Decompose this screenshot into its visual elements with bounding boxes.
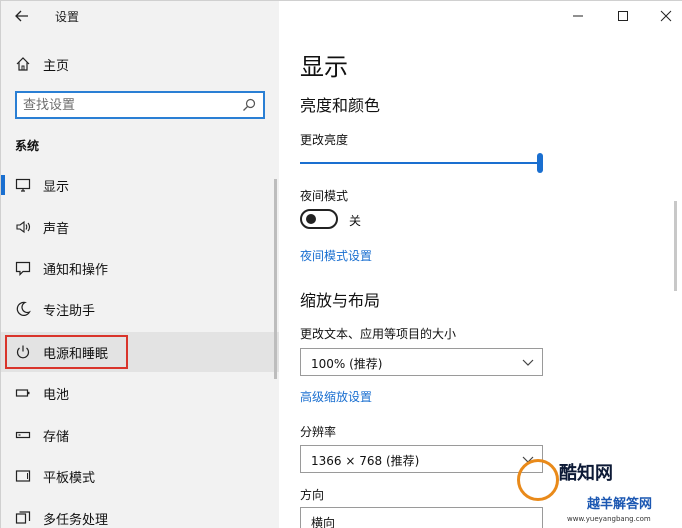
sidebar-item-label: 显示	[43, 180, 70, 195]
slider-thumb[interactable]	[537, 153, 543, 173]
chevron-down-icon	[522, 359, 534, 366]
sidebar-item-label: 通知和操作	[43, 263, 109, 278]
sidebar-item-display[interactable]: 显示	[1, 165, 279, 205]
search-box	[15, 91, 265, 119]
orientation-dropdown[interactable]: 横向	[300, 507, 543, 528]
night-mode-toggle[interactable]	[300, 209, 338, 229]
sidebar-item-storage[interactable]: 存储	[1, 415, 279, 455]
sidebar-scrollbar[interactable]	[274, 179, 277, 379]
night-mode-settings-link[interactable]: 夜间模式设置	[300, 247, 372, 264]
watermark-text-primary: 酷知网	[559, 463, 613, 484]
sidebar-item-label: 电池	[43, 388, 70, 403]
maximize-icon	[618, 11, 628, 21]
home-icon	[16, 57, 30, 71]
tablet-icon	[15, 470, 31, 482]
close-button[interactable]	[655, 5, 677, 27]
orientation-label: 方向	[300, 488, 325, 502]
sidebar-item-label: 主页	[43, 59, 70, 74]
orientation-value: 横向	[311, 516, 336, 528]
resolution-dropdown[interactable]: 1366 × 768 (推荐)	[300, 445, 543, 473]
sidebar-item-sound[interactable]: 声音	[1, 207, 279, 247]
night-mode-state: 关	[349, 214, 362, 228]
sidebar-item-notifications[interactable]: 通知和操作	[1, 248, 279, 288]
night-mode-label: 夜间模式	[300, 189, 349, 203]
window-title: 设置	[55, 10, 80, 24]
scale-value: 100% (推荐)	[311, 357, 383, 371]
settings-window: 设置 主页 系统 显示 声音 通知和操作 专注助手	[0, 0, 682, 528]
main-panel: 显示 亮度和颜色 更改亮度 夜间模式 关 夜间模式设置 缩放与布局 更改文本、应…	[279, 1, 682, 528]
back-arrow-icon	[15, 10, 28, 22]
back-button[interactable]	[11, 5, 33, 27]
main-scrollbar[interactable]	[674, 201, 677, 291]
sidebar-item-home[interactable]: 主页	[1, 51, 279, 77]
sidebar-item-label: 多任务处理	[43, 513, 109, 528]
sidebar-item-tablet-mode[interactable]: 平板模式	[1, 456, 279, 496]
toggle-knob	[306, 214, 316, 224]
sidebar-item-label: 存储	[43, 430, 70, 445]
active-indicator	[1, 175, 5, 195]
notification-icon	[15, 261, 31, 276]
monitor-icon	[15, 178, 31, 192]
storage-icon	[15, 431, 31, 439]
scale-label: 更改文本、应用等项目的大小	[300, 327, 457, 341]
watermark: 酷知网 越羊解答网 www.yueyangbang.com	[511, 453, 681, 527]
brightness-slider[interactable]	[300, 153, 544, 173]
scale-heading: 缩放与布局	[300, 291, 381, 310]
multitask-icon	[15, 511, 31, 524]
brightness-heading: 亮度和颜色	[300, 96, 381, 115]
slider-track	[300, 162, 538, 164]
search-input[interactable]	[23, 95, 233, 115]
close-icon	[660, 10, 672, 22]
brightness-label: 更改亮度	[300, 133, 349, 147]
sidebar-item-label: 平板模式	[43, 471, 96, 486]
window-controls	[543, 1, 682, 31]
maximize-button[interactable]	[612, 5, 634, 27]
search-icon[interactable]	[242, 98, 256, 112]
minimize-icon	[573, 15, 583, 17]
scale-dropdown[interactable]: 100% (推荐)	[300, 348, 543, 376]
moon-icon	[16, 301, 31, 316]
sidebar-item-label: 声音	[43, 222, 70, 237]
title-bar: 设置	[1, 1, 279, 31]
highlight-annotation	[5, 335, 128, 369]
watermark-logo	[517, 459, 559, 501]
watermark-url: www.yueyangbang.com	[567, 515, 651, 523]
watermark-text-secondary: 越羊解答网	[587, 497, 653, 512]
sidebar-item-label: 专注助手	[43, 304, 96, 319]
page-title: 显示	[300, 53, 348, 81]
resolution-label: 分辨率	[300, 425, 337, 439]
sidebar-item-multitasking[interactable]: 多任务处理	[1, 498, 279, 528]
speaker-icon	[16, 220, 31, 234]
advanced-scale-link[interactable]: 高级缩放设置	[300, 388, 372, 405]
battery-icon	[15, 389, 30, 397]
sidebar: 设置 主页 系统 显示 声音 通知和操作 专注助手	[1, 1, 279, 528]
section-title: 系统	[15, 139, 40, 153]
sidebar-item-focus-assist[interactable]: 专注助手	[1, 289, 279, 329]
resolution-value: 1366 × 768 (推荐)	[311, 454, 420, 468]
sidebar-item-battery[interactable]: 电池	[1, 373, 279, 413]
minimize-button[interactable]	[567, 5, 589, 27]
